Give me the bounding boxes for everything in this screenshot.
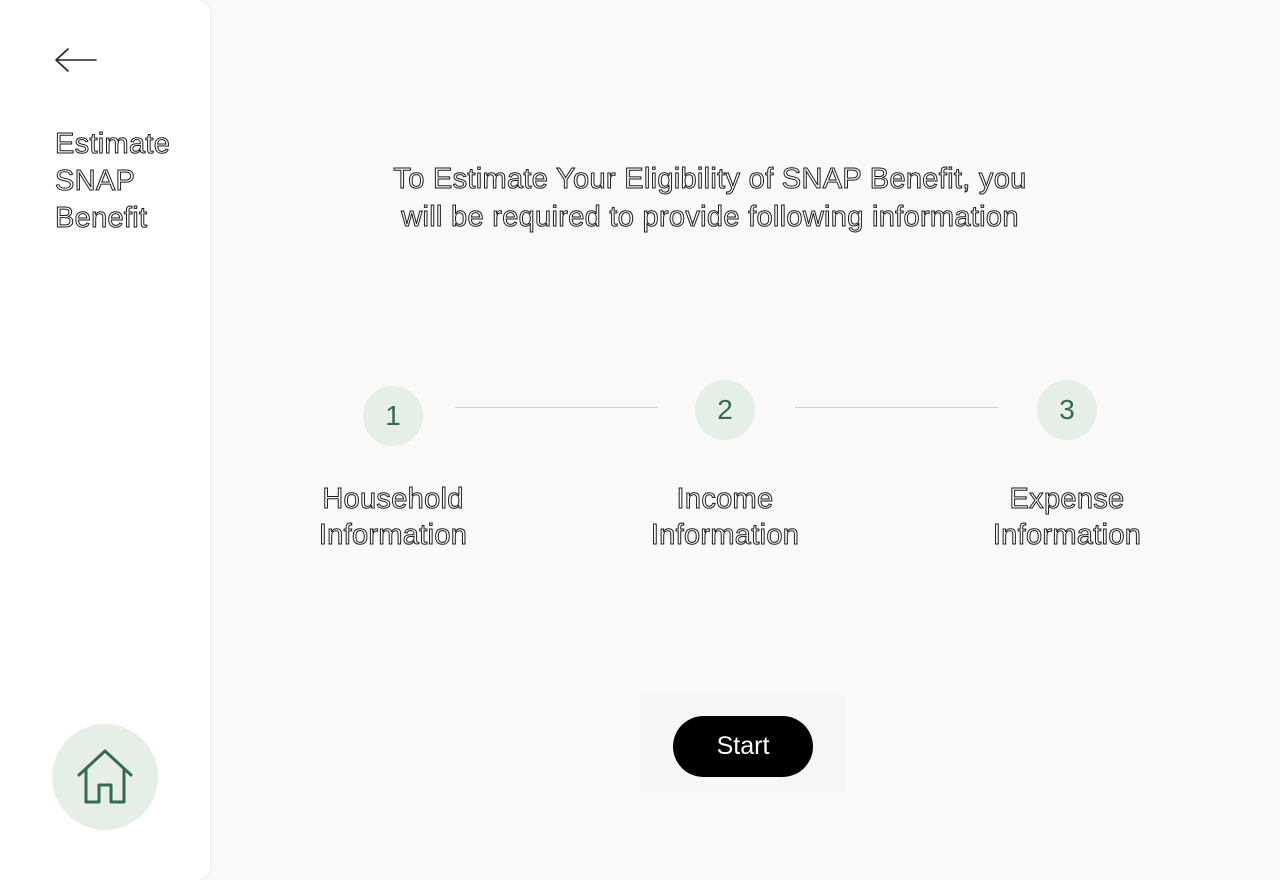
home-icon: [77, 749, 133, 804]
start-button[interactable]: Start: [673, 716, 813, 777]
back-button[interactable]: [50, 42, 102, 78]
headline-line: To Estimate Your Eligibility of SNAP Ben…: [393, 163, 1027, 196]
step-3-number: 3: [1037, 380, 1097, 440]
step-label-line: Income: [676, 483, 774, 516]
step-2-label: Income Information: [615, 481, 835, 553]
step-label-line: Expense: [1009, 483, 1125, 516]
sidebar: Estimate SNAP Benefit: [0, 0, 210, 880]
step-connector-2-3: [795, 407, 998, 408]
step-1-number: 1: [363, 386, 423, 446]
home-button[interactable]: [52, 724, 158, 830]
sidebar-title-line: Benefit: [55, 202, 148, 235]
step-1-label: Household Information: [283, 481, 503, 553]
step-3-label: Expense Information: [957, 481, 1177, 553]
arrow-left-icon: [55, 48, 97, 72]
step-label-line: Household: [322, 483, 464, 516]
step-2-number: 2: [695, 380, 755, 440]
sidebar-title-line: Estimate: [55, 128, 171, 161]
step-connector-1-2: [455, 407, 658, 408]
page-headline: To Estimate Your Eligibility of SNAP Ben…: [330, 160, 1090, 236]
sidebar-title-line: SNAP: [55, 165, 136, 198]
headline-line: will be required to provide following in…: [401, 201, 1019, 234]
step-label-line: Information: [992, 519, 1142, 552]
step-label-line: Information: [650, 519, 800, 552]
sidebar-title: Estimate SNAP Benefit: [55, 126, 205, 237]
step-label-line: Information: [318, 519, 468, 552]
